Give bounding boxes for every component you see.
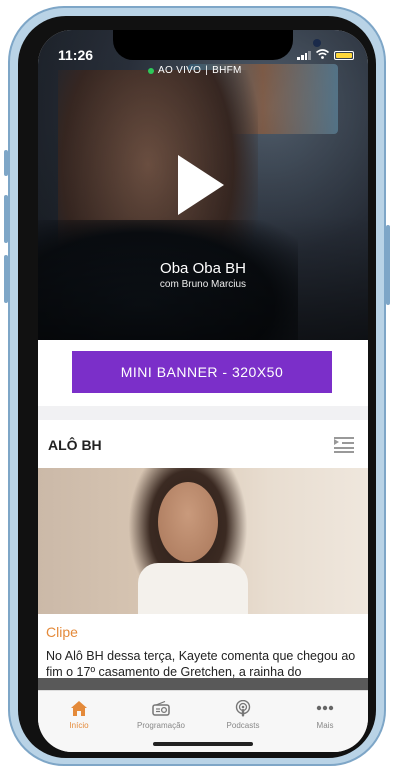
live-indicator: AO VIVO | BHFM (148, 65, 242, 76)
live-separator: | (205, 65, 209, 76)
tab-mais[interactable]: Mais (284, 699, 366, 730)
tab-inicio[interactable]: Início (38, 699, 120, 730)
app-screen: AO VIVO | BHFM Oba Oba BH com Bruno Marc… (38, 30, 368, 752)
section-title: ALÔ BH (48, 437, 102, 453)
tab-label: Programação (136, 721, 186, 730)
tab-label: Podcasts (226, 721, 260, 730)
clip-description: No Alô BH dessa terça, Kayete comenta qu… (46, 649, 356, 679)
play-icon[interactable] (178, 155, 224, 215)
notch (113, 30, 321, 60)
section-header: ALÔ BH (38, 420, 368, 468)
signal-icon (297, 50, 311, 60)
status-icons (297, 49, 354, 61)
home-indicator[interactable] (153, 742, 253, 746)
station-name: BHFM (212, 65, 242, 76)
podcast-icon (202, 699, 284, 717)
show-title: Oba Oba BH (160, 260, 246, 277)
tab-label: Início (69, 721, 89, 730)
mini-banner-ad[interactable]: MINI BANNER - 320X50 (72, 351, 332, 393)
status-time: 11:26 (58, 47, 94, 63)
live-dot-icon (148, 67, 154, 74)
volume-up-button (4, 195, 8, 243)
camera-icon (313, 39, 321, 47)
volume-down-button (4, 255, 8, 303)
live-show-hero[interactable]: AO VIVO | BHFM Oba Oba BH com Bruno Marc… (38, 30, 368, 340)
tab-label: Mais (316, 721, 334, 730)
tab-podcasts[interactable]: Podcasts (202, 699, 284, 730)
battery-icon (334, 50, 354, 60)
power-button (386, 225, 390, 305)
silent-switch (4, 150, 8, 176)
playlist-icon[interactable] (334, 436, 354, 453)
show-host: com Bruno Marcius (159, 279, 247, 290)
live-label: AO VIVO (158, 65, 202, 76)
home-icon (38, 699, 120, 717)
more-icon (284, 699, 366, 717)
thumbnail-dress (138, 563, 248, 614)
tab-programacao[interactable]: Programação (120, 699, 202, 730)
clip-tag: Clipe (46, 624, 78, 640)
wifi-icon (315, 49, 330, 61)
thumbnail-face (158, 482, 218, 562)
ad-area: MINI BANNER - 320X50 (38, 340, 368, 406)
radio-icon (120, 699, 202, 717)
clip-thumbnail[interactable] (38, 468, 368, 614)
